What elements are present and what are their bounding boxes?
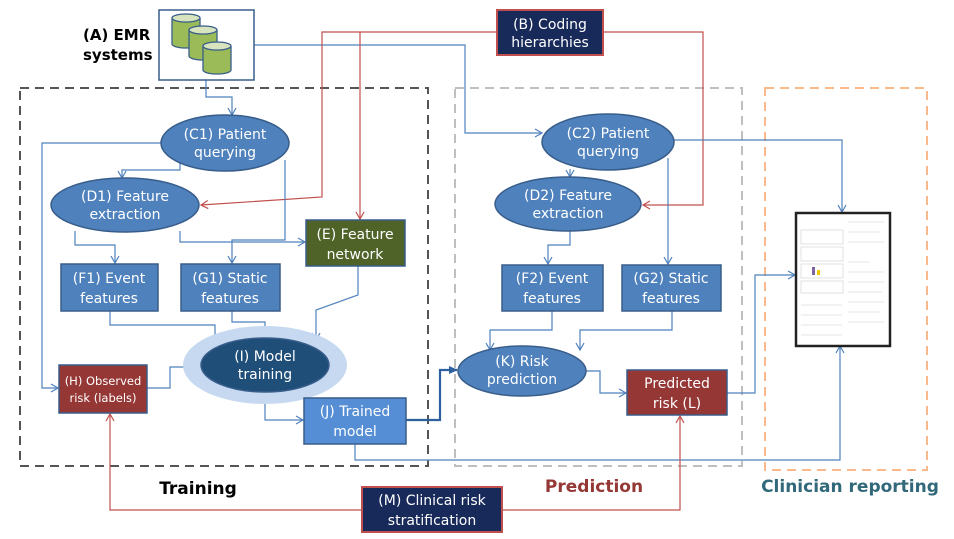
risk-prediction-k: (K) Risk prediction <box>457 345 587 397</box>
model-training-i: (I) Model training <box>183 326 347 404</box>
coding-hierarchies-node: (B) Coding hierarchies <box>496 9 604 56</box>
clinical-risk-stratification-m: (M) Clinical risk stratification <box>361 486 503 533</box>
clinician-reporting-label: Clinician reporting <box>761 477 939 497</box>
clinician-report-thumbnail <box>794 211 892 348</box>
training-label: Training <box>159 479 237 499</box>
feature-extraction-d2: (D2) Feature extraction <box>494 176 642 232</box>
observed-risk-h: (H) Observed risk (labels) <box>58 364 148 414</box>
patient-querying-c1: (C1) Patient querying <box>160 114 290 172</box>
emr-database-icon <box>158 9 255 81</box>
trained-model-j: (J) Trained model <box>303 397 407 445</box>
prediction-label: Prediction <box>545 477 643 497</box>
event-features-f1: (F1) Event features <box>60 263 159 312</box>
feature-network-e: (E) Feature network <box>305 219 406 267</box>
emr-label: (A) EMR systems <box>83 26 153 64</box>
pipeline-diagram: (A) EMR systems (B) Coding hierarchies (C1… <box>19 9 939 533</box>
predicted-risk-l: Predicted risk (L) <box>626 369 728 416</box>
connectors <box>41 31 847 511</box>
event-features-f2: (F2) Event features <box>501 264 604 312</box>
static-features-g2: (G2) Static features <box>621 264 722 312</box>
feature-extraction-d1: (D1) Feature extraction <box>50 177 200 233</box>
patient-querying-c2: (C2) Patient querying <box>541 113 675 171</box>
static-features-g1: (G1) Static features <box>180 263 281 312</box>
